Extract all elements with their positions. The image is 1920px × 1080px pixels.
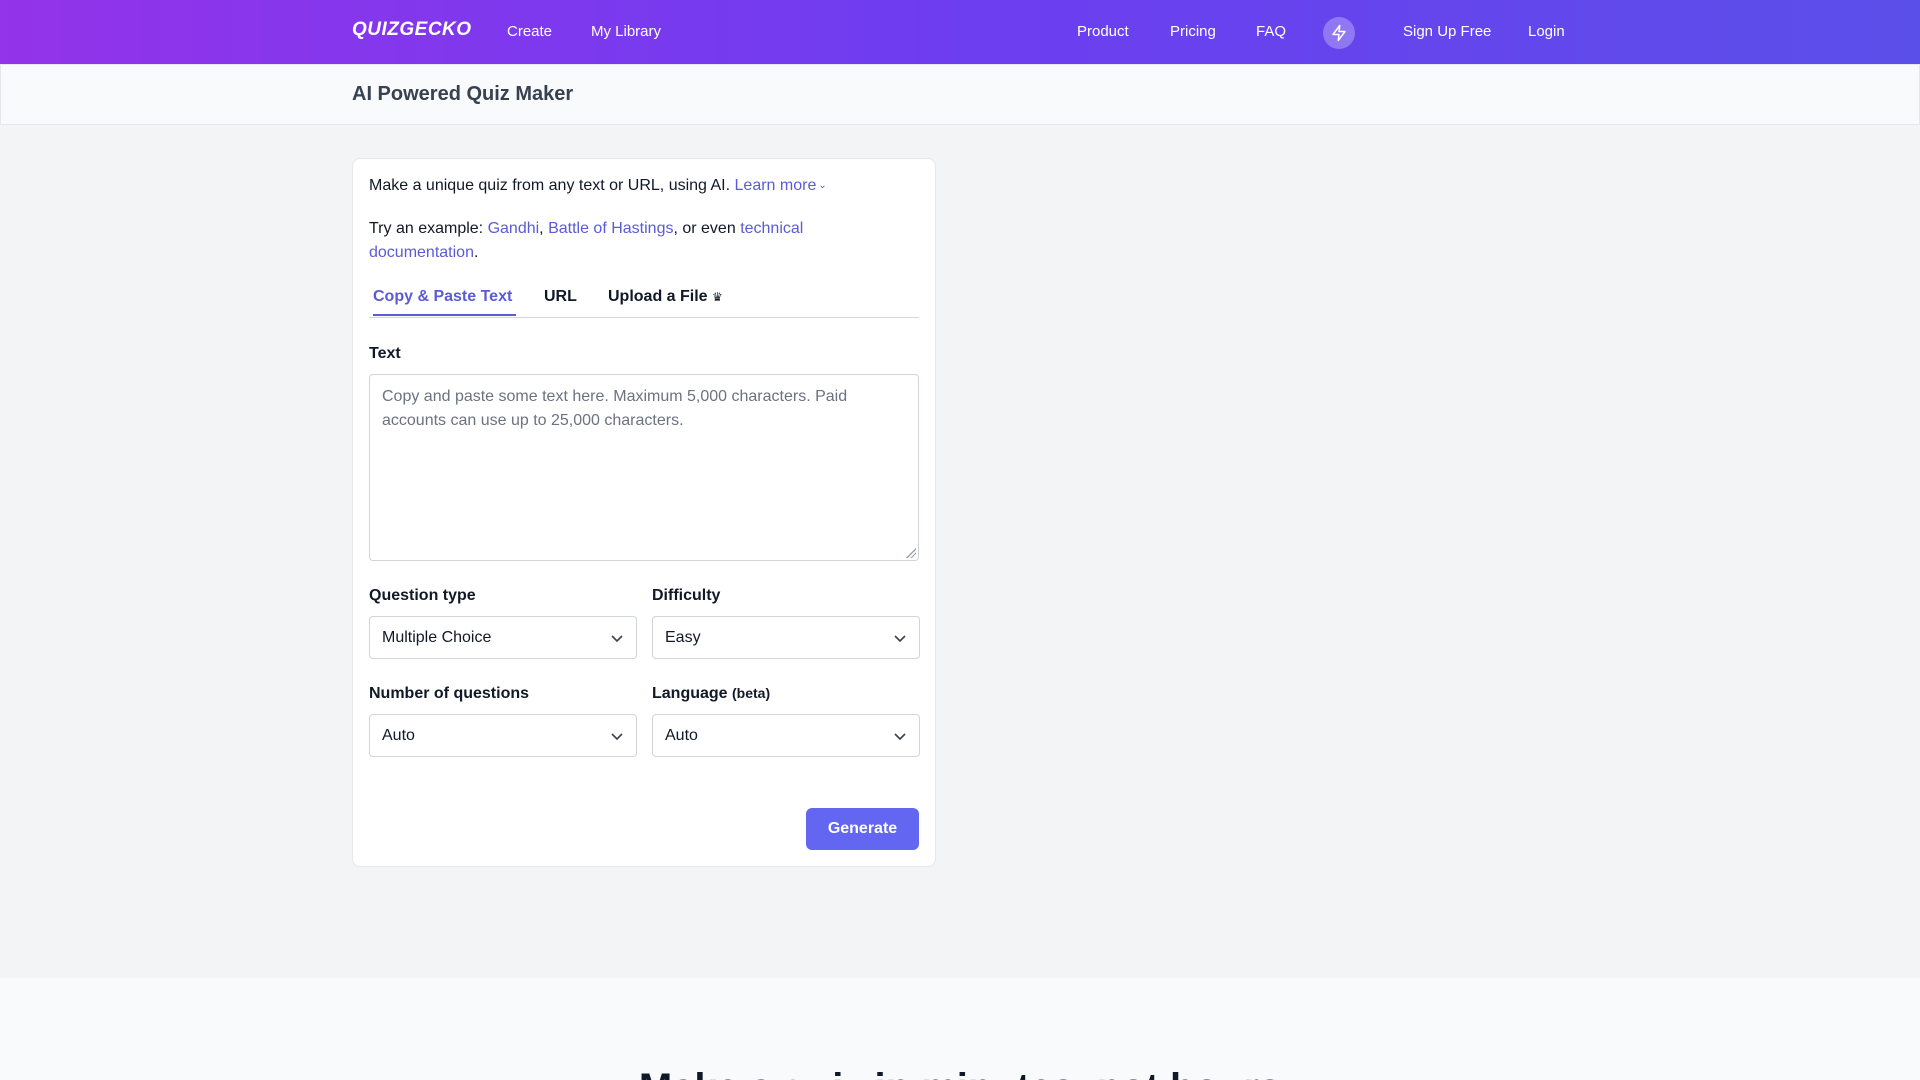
crown-icon: ♛ <box>712 290 723 304</box>
chevron-down-icon: ⌄ <box>818 180 827 191</box>
tab-upload-file-label: Upload a File <box>608 288 708 305</box>
sign-up-free-link[interactable]: Sign Up Free <box>1403 23 1491 40</box>
language-value: Auto <box>665 726 698 744</box>
nav-pricing[interactable]: Pricing <box>1170 23 1216 40</box>
chevron-down-icon <box>611 733 623 741</box>
nav-create[interactable]: Create <box>507 23 552 40</box>
page-title: AI Powered Quiz Maker <box>352 83 574 105</box>
learn-more-link[interactable]: Learn more ⌄ <box>735 177 827 194</box>
example-gandhi-link[interactable]: Gandhi <box>488 220 540 237</box>
language-select[interactable]: Auto <box>652 714 920 757</box>
lower-section-heading: Make a quiz in minutes, not hours <box>0 1066 1920 1080</box>
lightning-bolt-icon[interactable] <box>1323 17 1355 49</box>
nav-my-library[interactable]: My Library <box>591 23 661 40</box>
login-link[interactable]: Login <box>1528 23 1565 40</box>
top-navbar: QUIZGECKO Create My Library Product Pric… <box>0 0 1920 64</box>
tab-upload-file[interactable]: Upload a File ♛ <box>608 288 723 314</box>
question-type-select[interactable]: Multiple Choice <box>369 616 637 659</box>
difficulty-value: Easy <box>665 628 701 646</box>
examples-prefix: Try an example: <box>369 220 484 237</box>
tab-url[interactable]: URL <box>544 288 577 314</box>
nav-product[interactable]: Product <box>1077 23 1129 40</box>
examples-text: Try an example: Gandhi, Battle of Hastin… <box>369 220 804 261</box>
language-beta-note: (beta) <box>732 685 771 701</box>
tab-copy-paste-text[interactable]: Copy & Paste Text <box>373 288 517 316</box>
example-hastings-link[interactable]: Battle of Hastings <box>548 220 673 237</box>
examples-mid-text: , or even <box>673 220 736 237</box>
question-type-label: Question type <box>369 587 476 604</box>
text-label: Text <box>369 345 401 362</box>
page-subheader <box>0 64 1920 125</box>
input-tabs: Copy & Paste Text URL Upload a File ♛ <box>369 287 919 318</box>
number-of-questions-label: Number of questions <box>369 685 530 702</box>
question-type-value: Multiple Choice <box>382 628 492 646</box>
language-label: Language (beta) <box>652 685 770 703</box>
chevron-down-icon <box>894 635 906 643</box>
resize-handle-icon[interactable] <box>906 548 916 558</box>
number-of-questions-value: Auto <box>382 726 415 744</box>
quizgecko-logo[interactable]: QUIZGECKO <box>352 19 472 41</box>
chevron-down-icon <box>611 635 623 643</box>
lower-section: Make a quiz in minutes, not hours <box>0 978 1920 1080</box>
intro-description: Make a unique quiz from any text or URL,… <box>369 177 731 194</box>
language-label-text: Language <box>652 685 728 702</box>
generate-button[interactable]: Generate <box>806 808 919 850</box>
number-of-questions-select[interactable]: Auto <box>369 714 637 757</box>
difficulty-label: Difficulty <box>652 587 721 604</box>
learn-more-label: Learn more <box>734 177 817 194</box>
chevron-down-icon <box>894 733 906 741</box>
intro-text: Make a unique quiz from any text or URL,… <box>369 177 827 195</box>
difficulty-select[interactable]: Easy <box>652 616 920 659</box>
text-input[interactable] <box>369 374 919 561</box>
nav-faq[interactable]: FAQ <box>1256 23 1286 40</box>
